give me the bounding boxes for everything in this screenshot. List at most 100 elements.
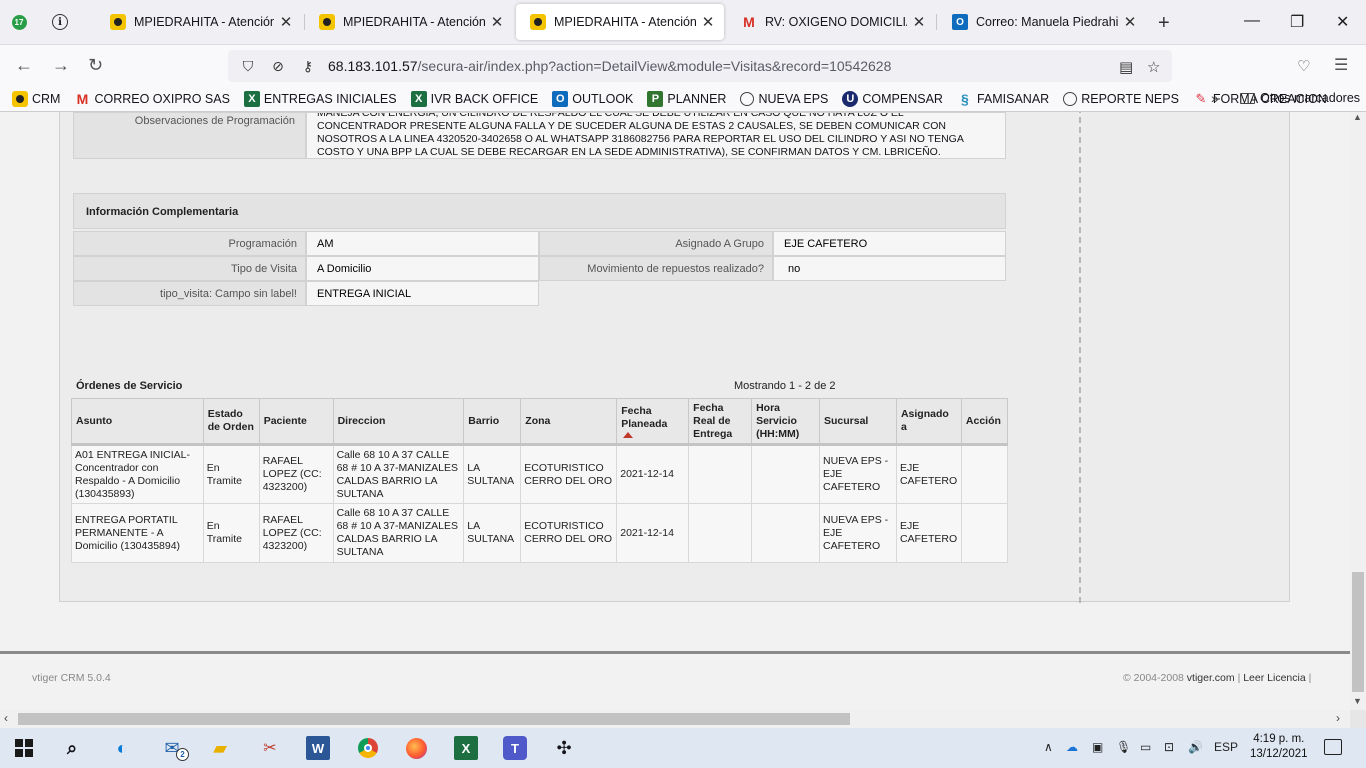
col-paciente[interactable]: Paciente <box>258 398 334 446</box>
forward-icon[interactable]: → <box>52 55 70 76</box>
vertical-scroll-thumb[interactable] <box>1352 572 1364 692</box>
reader-view-icon[interactable]: ▤ <box>1119 58 1133 76</box>
cell-paciente[interactable]: RAFAEL LOPEZ (CC: 4323200) <box>258 444 334 504</box>
firefox-icon[interactable] <box>404 736 428 760</box>
cell-fecha-real <box>688 444 753 504</box>
orders-title: Órdenes de Servicio <box>76 380 183 392</box>
more-bookmarks-icon[interactable]: » <box>1211 90 1219 106</box>
search-icon[interactable]: ⌕ <box>60 736 84 760</box>
bookmark-crm[interactable]: CRM <box>12 90 60 107</box>
col-asunto[interactable]: Asunto <box>71 398 204 446</box>
bookmark-outlook[interactable]: O OUTLOOK <box>552 90 633 107</box>
bookmark-ivr[interactable]: X IVR BACK OFFICE <box>410 90 538 107</box>
site-info-icon[interactable]: ⚷ <box>298 58 318 75</box>
tipo-label: Tipo de Visita <box>73 256 306 281</box>
bookmark-planner[interactable]: P PLANNER <box>647 90 726 107</box>
minimize-icon[interactable]: — <box>1244 12 1260 30</box>
close-icon[interactable]: ✕ <box>1122 13 1138 31</box>
info-icon[interactable]: i <box>47 9 73 35</box>
cell-asunto[interactable]: A01 ENTREGA INICIAL-Concentrador con Res… <box>71 444 204 504</box>
reload-icon[interactable]: ↻ <box>88 55 103 76</box>
cell-paciente[interactable]: RAFAEL LOPEZ (CC: 4323200) <box>258 503 334 563</box>
menu-icon[interactable]: ☰ <box>1334 55 1348 75</box>
word-icon[interactable]: W <box>306 736 330 760</box>
bookmark-star-icon[interactable]: ☆ <box>1147 58 1160 76</box>
language-indicator[interactable]: ESP <box>1214 740 1238 754</box>
edge-icon[interactable]: ◐ <box>110 736 134 760</box>
tab-5[interactable]: O Correo: Manuela Piedrahita - Outlook ✕ <box>938 4 1146 40</box>
col-barrio[interactable]: Barrio <box>463 398 522 446</box>
bookmark-entregas[interactable]: X ENTREGAS INICIALES <box>243 90 397 107</box>
horizontal-scroll-thumb[interactable] <box>18 713 850 725</box>
show-hidden-icons[interactable]: ∧ <box>1044 740 1053 754</box>
cell-asignado: EJE CAFETERO <box>895 444 962 504</box>
restore-icon[interactable]: ❐ <box>1290 12 1304 32</box>
col-hora[interactable]: Hora Servicio (HH:MM) <box>751 398 820 446</box>
chrome-icon[interactable] <box>356 736 380 760</box>
close-icon[interactable]: ✕ <box>278 13 294 31</box>
close-window-icon[interactable]: ✕ <box>1336 12 1349 32</box>
url-bar[interactable]: ⛉ ⊘ ⚷ 68.183.101.57/secura-air/index.php… <box>228 50 1172 82</box>
bookmark-correo[interactable]: M CORREO OXIPRO SAS <box>74 90 230 107</box>
new-tab-icon[interactable]: + <box>1158 12 1170 35</box>
col-asignado[interactable]: Asignado a <box>895 398 962 446</box>
url-text[interactable]: 68.183.101.57/secura-air/index.php?actio… <box>328 58 891 74</box>
close-icon[interactable]: ✕ <box>700 13 716 31</box>
close-icon[interactable]: ✕ <box>911 13 927 31</box>
other-bookmarks[interactable]: Otros marcadores <box>1240 91 1360 105</box>
license-link[interactable]: Leer Licencia <box>1243 672 1305 684</box>
col-zona[interactable]: Zona <box>520 398 618 446</box>
vtiger-link[interactable]: vtiger.com <box>1187 672 1235 684</box>
shield-icon[interactable]: ⛉ <box>238 58 258 75</box>
crm-icon <box>530 14 546 30</box>
programacion-label: Programación <box>73 231 306 256</box>
table-row: ENTREGA PORTATIL PERMANENTE - A Domicili… <box>71 503 1009 563</box>
meet-now-icon[interactable]: ▣ <box>1092 740 1103 754</box>
back-icon[interactable]: ← <box>15 55 33 76</box>
excel-icon[interactable]: X <box>454 736 478 760</box>
system-clock[interactable]: 4:19 p. m. 13/12/2021 <box>1250 732 1308 762</box>
repuestos-label: Movimiento de repuestos realizado? <box>539 256 773 281</box>
tab-counter[interactable]: 17 <box>6 9 32 35</box>
tab-3-active[interactable]: MPIEDRAHITA - Atención al Usuario ✕ <box>516 4 724 40</box>
scroll-down-icon[interactable]: ▼ <box>1353 696 1362 706</box>
bookmark-reporte-neps[interactable]: REPORTE NEPS <box>1063 91 1179 106</box>
tab-2[interactable]: MPIEDRAHITA - Atención al Usuario ✕ <box>305 4 513 40</box>
mail-icon[interactable]: ✉ 2 <box>160 736 189 761</box>
onedrive-icon[interactable]: ☁ <box>1066 740 1078 754</box>
network-icon[interactable]: ⊡ <box>1164 740 1174 754</box>
col-fecha-planeada[interactable]: Fecha Planeada <box>616 398 690 446</box>
tab-4[interactable]: M RV: OXIGENO DOMICILIARIO ✕ <box>727 4 935 40</box>
footer-divider <box>0 651 1350 654</box>
remote-tool-icon[interactable]: ✣ <box>552 736 576 760</box>
close-icon[interactable]: ✕ <box>489 13 505 31</box>
vertical-scrollbar[interactable]: ▲ ▼ <box>1350 112 1366 710</box>
cell-accion <box>960 444 1009 504</box>
col-fecha-real[interactable]: Fecha Real de Entrega <box>688 398 753 446</box>
microphone-icon[interactable]: 🎙 <box>1116 740 1131 754</box>
col-direccion[interactable]: Direccion <box>332 398 465 446</box>
scroll-up-icon[interactable]: ▲ <box>1353 112 1362 122</box>
gmail-icon: M <box>76 90 89 107</box>
bookmark-compensar[interactable]: U COMPENSAR <box>842 90 943 107</box>
bookmark-famisanar[interactable]: § FAMISANAR <box>957 91 1049 107</box>
col-estado[interactable]: Estado de Orden <box>202 398 260 446</box>
section-header[interactable]: Información Complementaria <box>73 193 1006 229</box>
snipping-tool-icon[interactable]: ✂ <box>258 736 282 760</box>
pocket-icon[interactable]: ♡ <box>1297 57 1310 75</box>
permissions-icon[interactable]: ⊘ <box>268 58 288 75</box>
scroll-left-icon[interactable]: ‹ <box>4 711 8 725</box>
sort-ascending-icon[interactable] <box>623 431 634 438</box>
volume-icon[interactable]: 🔊 <box>1188 740 1203 754</box>
scroll-right-icon[interactable]: › <box>1336 711 1340 725</box>
tab-1[interactable]: MPIEDRAHITA - Atención al Usuario ✕ <box>96 4 302 40</box>
teams-icon[interactable]: T <box>503 736 527 760</box>
cell-asunto[interactable]: ENTREGA PORTATIL PERMANENTE - A Domicili… <box>71 503 204 563</box>
battery-icon[interactable]: ▭ <box>1140 740 1151 754</box>
col-sucursal[interactable]: Sucursal <box>819 398 897 446</box>
windows-start-icon[interactable] <box>12 736 36 760</box>
file-explorer-icon[interactable]: ▰ <box>208 736 232 760</box>
bookmark-nueva-eps[interactable]: NUEVA EPS <box>740 91 828 106</box>
notifications-icon[interactable] <box>1324 739 1342 755</box>
horizontal-scrollbar[interactable]: ‹ › <box>0 710 1350 728</box>
